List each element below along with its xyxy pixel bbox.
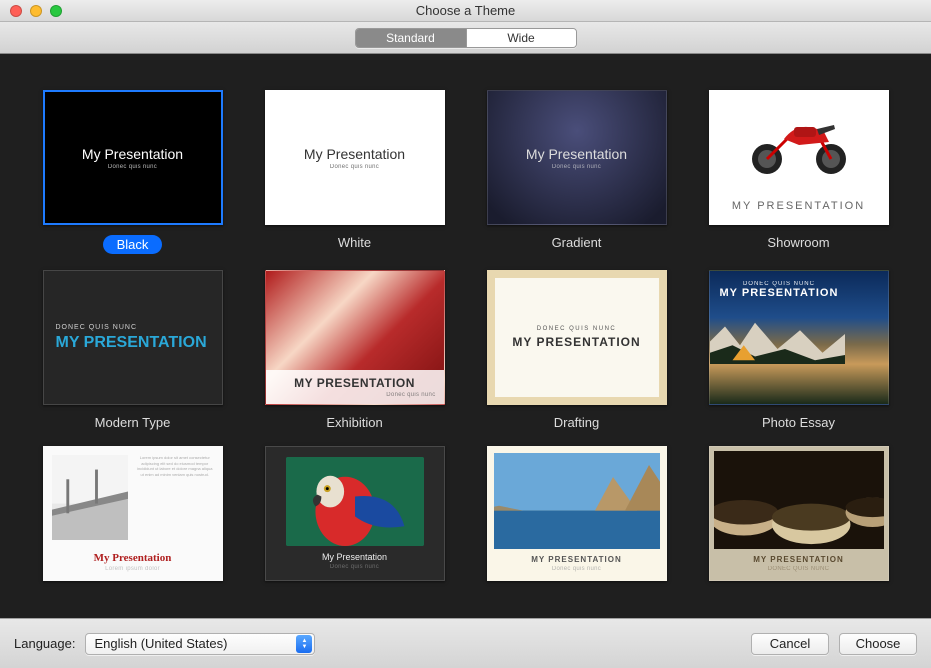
- mountain-icon: [710, 319, 845, 364]
- theme-label: Exhibition: [265, 415, 445, 430]
- themes-area: My Presentation Donec quis nunc Black My…: [0, 54, 931, 618]
- theme-photo-essay[interactable]: DONEC QUIS NUNC MY PRESENTATION Photo Es…: [709, 270, 889, 430]
- thumb-tag: DONEC QUIS NUNC: [56, 324, 138, 331]
- aspect-segmented-control: Standard Wide: [355, 28, 577, 48]
- thumb-subtitle: DONEC QUIS NUNC: [718, 566, 880, 572]
- thumb-title: My Presentation: [526, 146, 627, 162]
- theme-editorial[interactable]: Lorem ipsum dolor sit amet consectetur a…: [43, 446, 223, 581]
- thumb-subtitle: Donec quis nunc: [274, 392, 436, 398]
- thumb-title: MY PRESENTATION: [710, 192, 888, 224]
- theme-exhibition[interactable]: MY PRESENTATION Donec quis nunc Exhibiti…: [265, 270, 445, 430]
- theme-label: White: [265, 235, 445, 250]
- theme-gradient[interactable]: My Presentation Donec quis nunc Gradient: [487, 90, 667, 254]
- theme-thumbnail[interactable]: MY PRESENTATION: [709, 90, 889, 225]
- theme-thumbnail[interactable]: My Presentation Donec quis nunc: [265, 446, 445, 581]
- thumb-title: My Presentation: [286, 552, 424, 562]
- theme-drafting[interactable]: DONEC QUIS NUNC MY PRESENTATION Drafting: [487, 270, 667, 430]
- thumb-title: MY PRESENTATION: [56, 335, 207, 351]
- theme-thumbnail[interactable]: My Presentation Donec quis nunc: [265, 90, 445, 225]
- cancel-button[interactable]: Cancel: [751, 633, 829, 655]
- theme-label: Drafting: [487, 415, 667, 430]
- language-label: Language:: [14, 636, 75, 651]
- thumb-title: MY PRESENTATION: [496, 555, 658, 564]
- thumb-subtitle: Donec quis nunc: [330, 164, 379, 170]
- theme-label: Modern Type: [43, 415, 223, 430]
- choose-button[interactable]: Choose: [839, 633, 917, 655]
- theme-label: Showroom: [709, 235, 889, 250]
- segment-wide[interactable]: Wide: [466, 29, 576, 47]
- themes-grid: My Presentation Donec quis nunc Black My…: [40, 90, 891, 581]
- theme-thumbnail[interactable]: DONEC QUIS NUNC MY PRESENTATION: [43, 270, 223, 405]
- theme-thumbnail[interactable]: MY PRESENTATION Donec quis nunc: [487, 446, 667, 581]
- theme-label: Black: [43, 235, 223, 254]
- theme-thumbnail[interactable]: MY PRESENTATION Donec quis nunc: [265, 270, 445, 405]
- bottom-toolbar: Language: English (United States) ▲▼ Can…: [0, 618, 931, 668]
- thumb-tag: DONEC QUIS NUNC: [720, 281, 839, 287]
- language-value: English (United States): [94, 636, 227, 651]
- thumb-subtitle: Donec quis nunc: [108, 164, 157, 170]
- aspect-toolbar: Standard Wide: [0, 22, 931, 54]
- thumb-subtitle: Donec quis nunc: [496, 566, 658, 572]
- thumb-title: MY PRESENTATION: [720, 287, 839, 299]
- parrot-icon: [286, 457, 424, 546]
- thumb-tag: DONEC QUIS NUNC: [537, 326, 617, 332]
- minimize-icon[interactable]: [30, 5, 42, 17]
- theme-slate[interactable]: My Presentation Donec quis nunc: [265, 446, 445, 581]
- theme-thumbnail[interactable]: Lorem ipsum dolor sit amet consectetur a…: [43, 446, 223, 581]
- theme-modern-type[interactable]: DONEC QUIS NUNC MY PRESENTATION Modern T…: [43, 270, 223, 430]
- titlebar: Choose a Theme: [0, 0, 931, 22]
- thumb-title: MY PRESENTATION: [512, 335, 640, 349]
- motorcycle-icon: [739, 107, 859, 177]
- thumb-title: My Presentation: [304, 146, 405, 162]
- theme-industrial[interactable]: MY PRESENTATION DONEC QUIS NUNC: [709, 446, 889, 581]
- thumb-title: My Presentation: [82, 146, 183, 162]
- window-title: Choose a Theme: [0, 3, 931, 18]
- bowls-icon: [714, 451, 884, 549]
- thumb-title: MY PRESENTATION: [274, 376, 436, 390]
- updown-icon: ▲▼: [296, 635, 312, 653]
- thumb-subtitle: Donec quis nunc: [286, 564, 424, 570]
- theme-white[interactable]: My Presentation Donec quis nunc White: [265, 90, 445, 254]
- thumb-title: MY PRESENTATION: [718, 555, 880, 564]
- theme-black[interactable]: My Presentation Donec quis nunc Black: [43, 90, 223, 254]
- theme-thumbnail[interactable]: MY PRESENTATION DONEC QUIS NUNC: [709, 446, 889, 581]
- theme-label: Gradient: [487, 235, 667, 250]
- close-icon[interactable]: [10, 5, 22, 17]
- seascape-icon: [494, 453, 660, 549]
- bridge-icon: [52, 455, 129, 540]
- thumb-subtitle: Lorem ipsum dolor: [52, 566, 214, 572]
- zoom-icon[interactable]: [50, 5, 62, 17]
- theme-thumbnail[interactable]: DONEC QUIS NUNC MY PRESENTATION: [487, 270, 667, 405]
- segment-standard[interactable]: Standard: [356, 29, 466, 47]
- traffic-lights: [0, 5, 62, 17]
- theme-cream[interactable]: MY PRESENTATION Donec quis nunc: [487, 446, 667, 581]
- thumb-bodytext: Lorem ipsum dolor sit amet consectetur a…: [136, 455, 213, 540]
- thumb-title: My Presentation: [52, 552, 214, 564]
- theme-thumbnail[interactable]: My Presentation Donec quis nunc: [487, 90, 667, 225]
- theme-label: Photo Essay: [709, 415, 889, 430]
- theme-showroom[interactable]: MY PRESENTATION Showroom: [709, 90, 889, 254]
- theme-thumbnail[interactable]: DONEC QUIS NUNC MY PRESENTATION: [709, 270, 889, 405]
- theme-thumbnail[interactable]: My Presentation Donec quis nunc: [43, 90, 223, 225]
- thumb-subtitle: Donec quis nunc: [552, 164, 601, 170]
- language-select[interactable]: English (United States) ▲▼: [85, 633, 315, 655]
